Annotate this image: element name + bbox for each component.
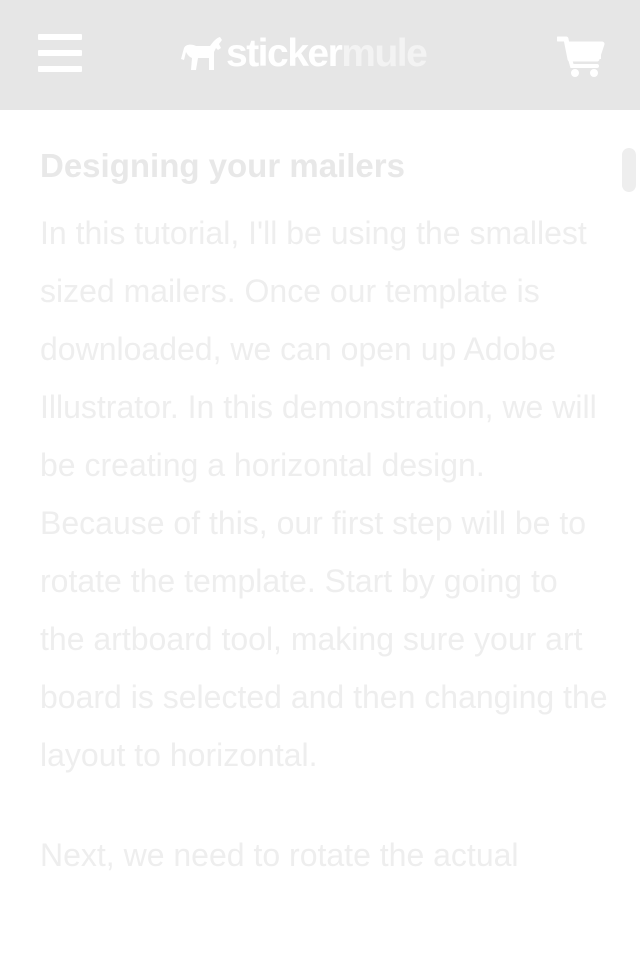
- menu-line: [38, 66, 82, 72]
- stickermule-logo[interactable]: stickermule: [180, 30, 428, 78]
- article-paragraph: Next, we need to rotate the actual: [40, 837, 519, 873]
- article-paragraph: In this tutorial, I'll be using the smal…: [40, 215, 608, 773]
- logo-text-mule: mule: [341, 32, 428, 75]
- top-navigation-bar: stickermule: [0, 0, 640, 110]
- hamburger-menu-icon[interactable]: [38, 34, 82, 72]
- shopping-cart-icon[interactable]: [555, 36, 605, 78]
- logo-text-sticker: sticker: [226, 32, 343, 75]
- menu-line: [38, 34, 82, 40]
- logo-wordmark: stickermule: [226, 30, 428, 78]
- article-content: Designing your mailers In this tutorial,…: [40, 110, 610, 884]
- scrollbar-thumb[interactable]: [622, 148, 636, 192]
- cart-svg: [555, 36, 605, 77]
- menu-line: [38, 50, 82, 56]
- mule-logo-icon: [181, 37, 222, 70]
- article-heading: Designing your mailers: [40, 147, 405, 184]
